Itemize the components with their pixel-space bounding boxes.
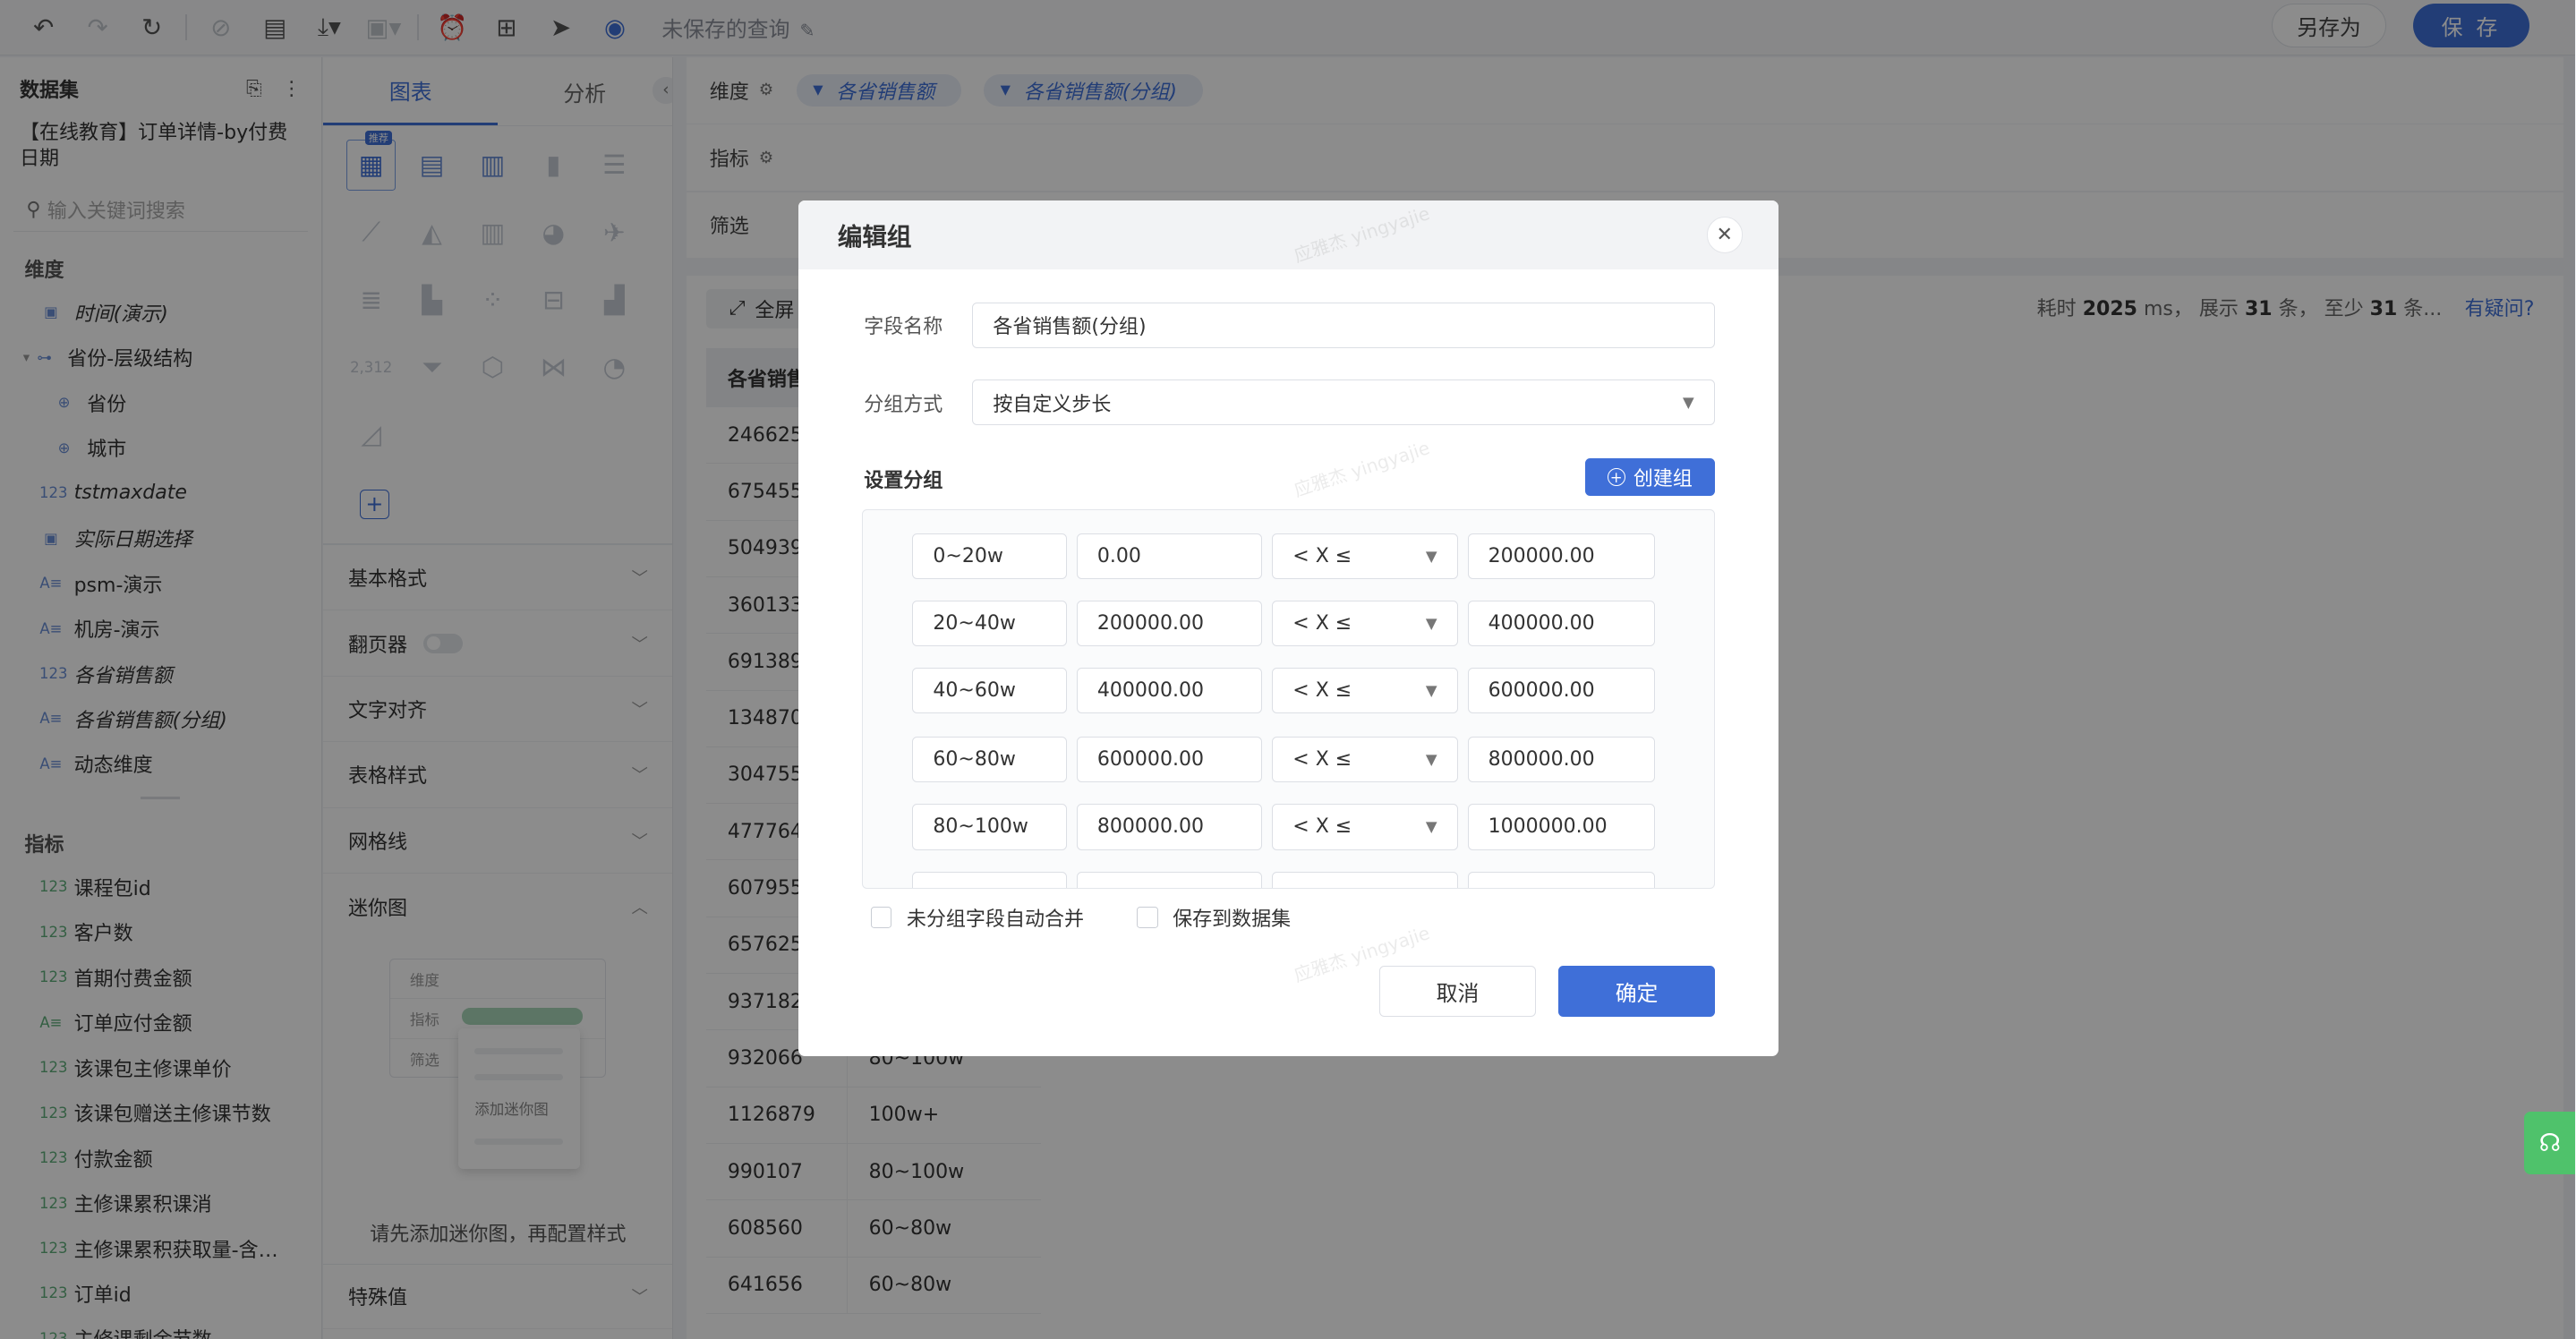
group-name-input[interactable]: 80~100w	[912, 804, 1067, 850]
caret-down-icon: ▼	[1425, 614, 1437, 632]
group-to-value: 800000.00	[1488, 748, 1595, 772]
group-name-input[interactable]: 20~40w	[912, 600, 1067, 647]
headset-icon[interactable]: ☊	[2524, 1112, 2576, 1174]
watermark: 应雅杰 yingyajie	[1291, 437, 1433, 502]
checkbox-box[interactable]	[1136, 907, 1158, 929]
group-row: 80~100w 800000.00 < X ≤ ▼ 1000000.00	[912, 804, 1655, 850]
save-to-dataset-checkbox[interactable]: 保存到数据集	[1136, 903, 1292, 932]
cancel-button[interactable]: 取消	[1379, 965, 1536, 1017]
field-name-input[interactable]: 各省销售额(分组)	[972, 302, 1715, 348]
group-to-input[interactable]: 400000.00	[1467, 600, 1655, 647]
group-name-input[interactable]: 40~60w	[912, 667, 1067, 714]
group-from-input[interactable]: 600000.00	[1076, 737, 1263, 783]
group-from-value: 400000.00	[1096, 679, 1204, 703]
caret-down-icon: ▼	[1425, 547, 1437, 565]
dialog-title: 编辑组	[837, 223, 912, 252]
group-op-value: < X ≤	[1292, 679, 1352, 703]
group-op-input[interactable]: < X ≤ ▼	[1272, 737, 1458, 783]
group-name-input[interactable]: 0~20w	[912, 533, 1067, 579]
group-name-value: 60~80w	[933, 748, 1016, 772]
group-from-value: 0.00	[1096, 544, 1141, 567]
group-from-input[interactable]: 200000.00	[1076, 600, 1263, 647]
group-input[interactable]	[1076, 871, 1263, 888]
group-to-value: 400000.00	[1488, 611, 1595, 635]
dialog-options: 未分组字段自动合并 保存到数据集	[870, 903, 1343, 932]
caret-down-icon: ▼	[1425, 682, 1437, 700]
group-row: 60~80w 600000.00 < X ≤ ▼ 800000.00	[912, 737, 1655, 783]
group-input[interactable]	[912, 871, 1067, 888]
group-from-input[interactable]: 800000.00	[1076, 804, 1263, 850]
caret-down-icon: ▼	[1425, 818, 1437, 836]
group-from-value: 600000.00	[1096, 748, 1204, 772]
group-name-value: 40~60w	[933, 679, 1016, 703]
group-name-value: 80~100w	[933, 815, 1028, 839]
merge-checkbox[interactable]: 未分组字段自动合并	[870, 903, 1085, 932]
plus-circle-icon: +	[1607, 467, 1625, 487]
group-input[interactable]	[1272, 871, 1458, 888]
set-groups-label: 设置分组	[864, 470, 943, 493]
checkbox-box[interactable]	[870, 907, 892, 929]
field-name-label: 字段名称	[864, 316, 943, 339]
group-mode-select[interactable]: 按自定义步长 ▼	[972, 379, 1715, 426]
group-to-value: 1000000.00	[1488, 815, 1608, 839]
confirm-button[interactable]: 确定	[1558, 965, 1715, 1017]
group-mode-row: 分组方式 按自定义步长 ▼	[864, 379, 1715, 426]
group-name-input[interactable]: 60~80w	[912, 737, 1067, 783]
caret-down-icon: ▼	[1425, 751, 1437, 769]
group-list[interactable]: 0~20w 0.00 < X ≤ ▼ 200000.00 20~40w 200000.00 <…	[862, 508, 1715, 889]
group-op-input[interactable]: < X ≤ ▼	[1272, 533, 1458, 579]
group-from-input[interactable]: 0.00	[1076, 533, 1263, 579]
group-to-value: 200000.00	[1488, 544, 1595, 567]
merge-checkbox-label: 未分组字段自动合并	[906, 908, 1085, 932]
create-group-button[interactable]: + 创建组	[1584, 457, 1715, 497]
group-op-input[interactable]: < X ≤ ▼	[1272, 667, 1458, 714]
group-op-input[interactable]: < X ≤ ▼	[1272, 600, 1458, 647]
group-row: 0~20w 0.00 < X ≤ ▼ 200000.00	[912, 533, 1655, 579]
group-from-value: 800000.00	[1096, 815, 1204, 839]
group-mode-value: 按自定义步长	[993, 393, 1112, 416]
group-op-value: < X ≤	[1292, 544, 1352, 567]
field-name-row: 字段名称 各省销售额(分组)	[864, 302, 1715, 348]
group-to-value: 600000.00	[1488, 679, 1595, 703]
group-from-value: 200000.00	[1096, 611, 1204, 635]
group-op-value: < X ≤	[1292, 611, 1352, 635]
group-to-input[interactable]: 600000.00	[1467, 667, 1655, 714]
group-from-input[interactable]: 400000.00	[1076, 667, 1263, 714]
dialog-header: 编辑组 ✕	[798, 200, 1779, 269]
caret-down-icon: ▼	[1682, 394, 1694, 412]
group-row: 40~60w 400000.00 < X ≤ ▼ 600000.00	[912, 667, 1655, 714]
group-row: 20~40w 200000.00 < X ≤ ▼ 400000.00	[912, 600, 1655, 647]
group-input[interactable]	[1467, 871, 1655, 888]
group-row-clipped	[912, 871, 1655, 888]
field-name-value: 各省销售额(分组)	[993, 316, 1147, 339]
group-op-input[interactable]: < X ≤ ▼	[1272, 804, 1458, 850]
group-name-value: 20~40w	[933, 611, 1016, 635]
group-to-input[interactable]: 200000.00	[1467, 533, 1655, 579]
group-to-input[interactable]: 1000000.00	[1467, 804, 1655, 850]
group-op-value: < X ≤	[1292, 748, 1352, 772]
group-name-value: 0~20w	[933, 544, 1003, 567]
edit-group-dialog: 编辑组 ✕ 应雅杰 yingyajie 应雅杰 yingyajie 应雅杰 yi…	[798, 200, 1779, 1056]
group-to-input[interactable]: 800000.00	[1467, 737, 1655, 783]
save-checkbox-label: 保存到数据集	[1173, 908, 1292, 932]
create-group-label: 创建组	[1633, 468, 1693, 491]
close-icon[interactable]: ✕	[1706, 217, 1743, 253]
group-op-value: < X ≤	[1292, 815, 1352, 839]
group-mode-label: 分组方式	[864, 393, 943, 416]
